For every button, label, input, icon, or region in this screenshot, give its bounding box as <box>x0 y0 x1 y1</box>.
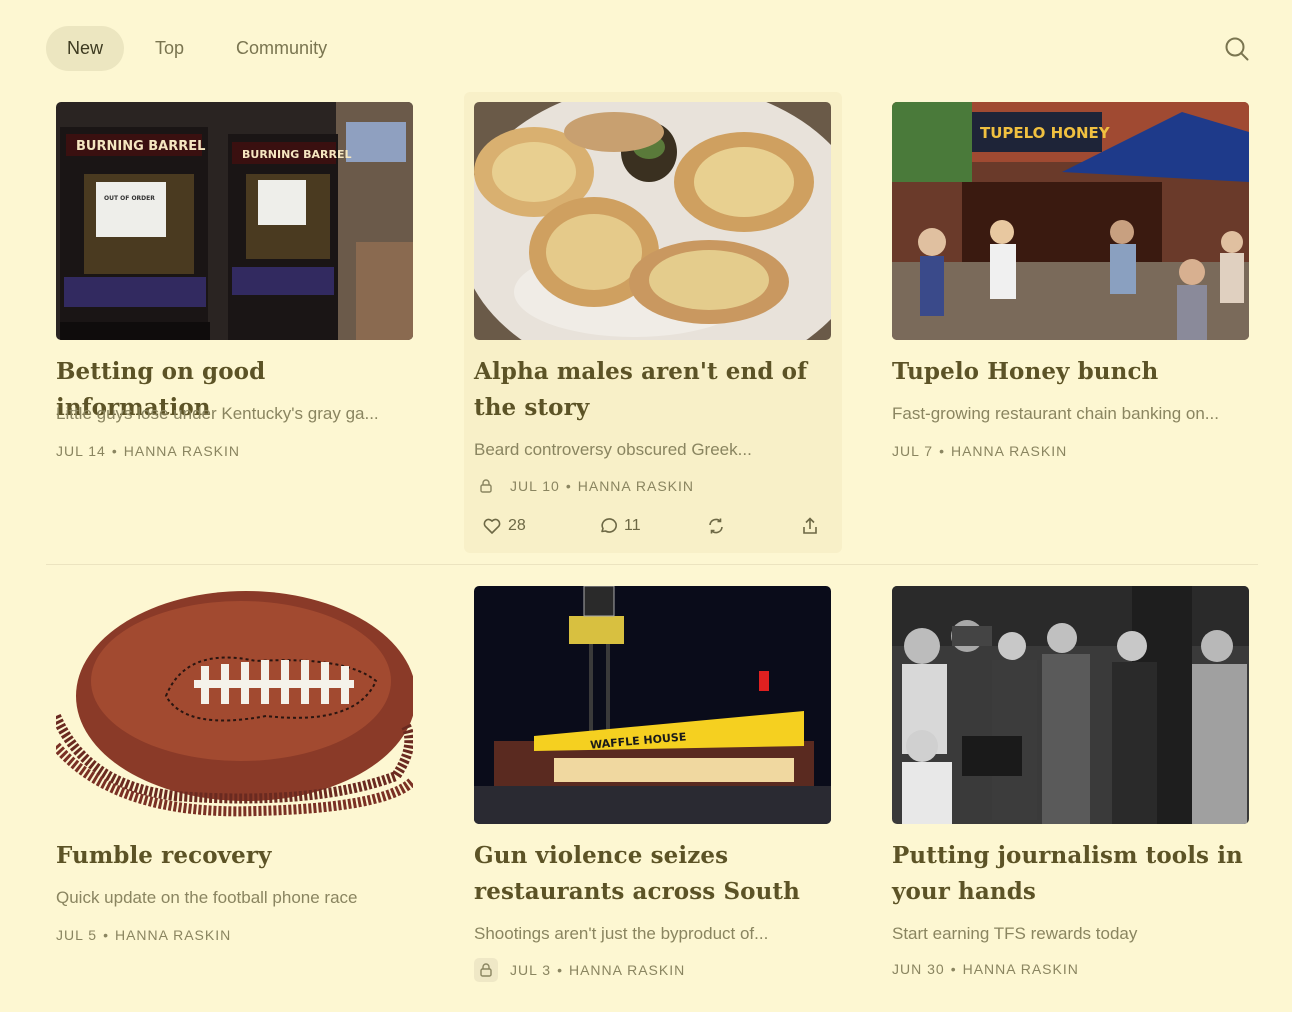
restack-button[interactable] <box>706 516 726 536</box>
post-meta: JUL 14 • HANNA RASKIN <box>56 443 240 459</box>
tab-community[interactable]: Community <box>215 26 348 71</box>
post-subtitle[interactable]: Shootings aren't just the byproduct of..… <box>474 924 834 944</box>
post-card[interactable]: Putting journalism tools in your hands S… <box>892 586 1250 986</box>
post-author[interactable]: HANNA RASKIN <box>578 478 694 494</box>
meta-separator: • <box>557 962 563 978</box>
post-author[interactable]: HANNA RASKIN <box>569 962 685 978</box>
image-sign: TUPELO HONEY <box>980 124 1111 142</box>
post-meta: JUL 3 • HANNA RASKIN <box>474 958 685 982</box>
post-author[interactable]: HANNA RASKIN <box>963 961 1079 977</box>
post-actions: 28 11 <box>474 516 834 546</box>
meta-separator: • <box>111 443 118 459</box>
post-meta: JUL 10 • HANNA RASKIN <box>474 474 694 498</box>
post-card[interactable]: WAFFLE HOUSE Gun violence seizes restaur… <box>474 586 832 986</box>
post-author[interactable]: HANNA RASKIN <box>951 443 1067 459</box>
post-date: JUL 10 <box>510 478 560 494</box>
post-card-hovered[interactable]: Alpha males aren't end of the story Bear… <box>464 92 842 553</box>
comment-button[interactable]: 11 <box>598 516 641 536</box>
search-icon[interactable] <box>1224 36 1250 62</box>
post-image[interactable] <box>474 102 831 340</box>
post-author[interactable]: HANNA RASKIN <box>124 443 240 459</box>
post-title[interactable]: Alpha males aren't end of the story <box>474 354 834 426</box>
post-image[interactable] <box>892 586 1249 824</box>
post-meta: JUL 7 • HANNA RASKIN <box>892 443 1067 459</box>
share-icon <box>803 517 817 534</box>
post-subtitle[interactable]: Fast-growing restaurant chain banking on… <box>892 404 1252 424</box>
post-title[interactable]: Fumble recovery <box>56 838 416 874</box>
image-sign-left: BURNING BARREL <box>76 139 205 154</box>
post-subtitle[interactable]: Little guys lose under Kentucky's gray g… <box>56 404 416 424</box>
post-subtitle[interactable]: Start earning TFS rewards today <box>892 924 1252 944</box>
row-divider <box>46 564 1258 565</box>
post-image[interactable]: TUPELO HONEY <box>892 102 1249 340</box>
post-date: JUL 3 <box>510 962 552 978</box>
post-image[interactable] <box>56 586 413 824</box>
post-date: JUL 7 <box>892 443 934 459</box>
meta-separator: • <box>939 443 945 459</box>
heart-icon <box>483 518 501 534</box>
post-image[interactable]: BURNING BARREL OUT OF ORDER BURNING BARR… <box>56 102 413 340</box>
like-count: 28 <box>508 517 526 534</box>
top-nav: New Top Community <box>46 26 348 71</box>
post-card[interactable]: BURNING BARREL OUT OF ORDER BURNING BARR… <box>56 102 414 482</box>
post-meta: JUL 5 • HANNA RASKIN <box>56 927 231 943</box>
restack-icon <box>709 518 723 534</box>
post-subtitle[interactable]: Beard controversy obscured Greek... <box>474 440 834 460</box>
comment-count: 11 <box>624 517 641 534</box>
post-title[interactable]: Gun violence seizes restaurants across S… <box>474 838 834 910</box>
tab-top[interactable]: Top <box>134 26 205 71</box>
post-meta: JUN 30 • HANNA RASKIN <box>892 961 1079 977</box>
tab-new[interactable]: New <box>46 26 125 71</box>
lock-icon <box>474 958 498 982</box>
post-title[interactable]: Tupelo Honey bunch <box>892 354 1252 390</box>
share-button[interactable] <box>800 516 820 536</box>
comment-icon <box>601 518 617 533</box>
like-button[interactable]: 28 <box>482 516 526 536</box>
meta-separator: • <box>565 478 572 494</box>
image-sign-right: BURNING BARREL <box>242 148 352 161</box>
post-date: JUL 5 <box>56 927 98 943</box>
meta-separator: • <box>950 961 957 977</box>
meta-separator: • <box>103 927 109 943</box>
image-sign-out-of-order: OUT OF ORDER <box>104 195 155 202</box>
post-card[interactable]: Fumble recovery Quick update on the foot… <box>56 586 414 966</box>
post-subtitle[interactable]: Quick update on the football phone race <box>56 888 416 908</box>
post-title[interactable]: Putting journalism tools in your hands <box>892 838 1252 910</box>
post-date: JUL 14 <box>56 443 106 459</box>
lock-icon <box>474 474 498 498</box>
post-image[interactable]: WAFFLE HOUSE <box>474 586 831 824</box>
post-card[interactable]: TUPELO HONEY Tupelo Honey bunch Fast-gro… <box>892 102 1250 482</box>
post-date: JUN 30 <box>892 961 945 977</box>
post-author[interactable]: HANNA RASKIN <box>115 927 231 943</box>
